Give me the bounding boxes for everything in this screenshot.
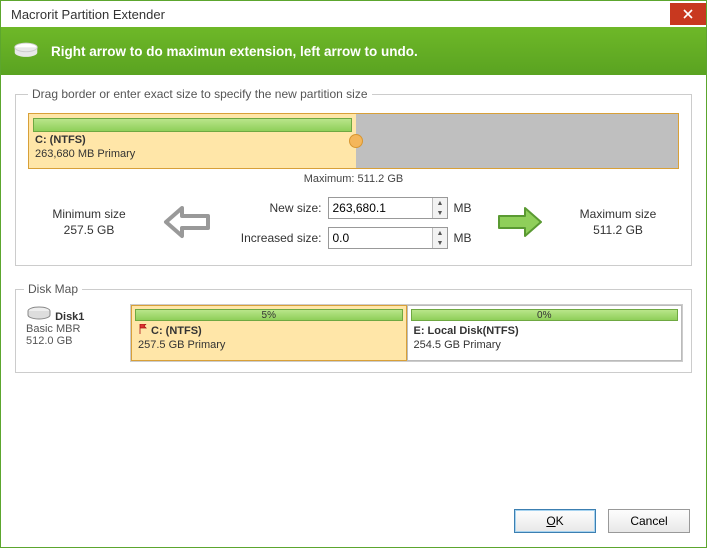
step-up-icon: ▲ [433,198,446,208]
new-size-input[interactable]: ▲▼ [328,197,448,219]
step-down-icon: ▼ [433,208,446,218]
new-size-label: New size: [230,201,322,215]
unit-label: MB [454,201,478,215]
new-size-steppers[interactable]: ▲▼ [432,198,446,218]
partition-usage-bar: 0% [411,309,679,321]
maximum-label: Maximum: 511.2 GB [28,173,679,185]
slider-fill: C: (NTFS) 263,680 MB Primary [29,114,356,168]
minimum-size-label: Minimum size257.5 GB [34,207,144,238]
flag-icon [138,324,148,338]
disk-row: Disk1 Basic MBR 512.0 GB 5% C: (NTFS) 25… [24,304,683,362]
step-up-icon: ▲ [433,228,446,238]
ok-button[interactable]: OK [514,509,596,533]
dialog-buttons: OK Cancel [1,499,706,547]
size-controls-row: Minimum size257.5 GB New size: ▲▼ MB [28,197,679,249]
partition-e[interactable]: 0% E: Local Disk(NTFS) 254.5 GB Primary [407,305,683,361]
extend-arrow-button[interactable] [495,204,545,243]
increased-size-row: Increased size: ▲▼ MB [230,227,478,249]
new-size-field[interactable] [329,198,433,218]
undo-arrow-button[interactable] [162,204,212,243]
disk-icon [26,311,55,323]
slider-handle[interactable] [349,134,363,148]
increased-size-input[interactable]: ▲▼ [328,227,448,249]
slider-unallocated [356,114,678,168]
step-down-icon: ▼ [433,238,446,248]
disk-type: Basic MBR [26,323,80,335]
disk-icon [13,41,39,62]
partition-info: 254.5 GB Primary [408,338,682,352]
size-legend: Drag border or enter exact size to speci… [28,87,372,101]
banner-text: Right arrow to do maximun extension, lef… [51,44,418,59]
dialog-window: Macrorit Partition Extender Right arrow … [0,0,707,548]
titlebar: Macrorit Partition Extender [1,1,706,27]
size-group: Drag border or enter exact size to speci… [15,87,692,266]
instruction-banner: Right arrow to do maximun extension, lef… [1,27,706,75]
slider-usage-bar [33,118,352,132]
disk-info: Disk1 Basic MBR 512.0 GB [24,304,124,362]
size-inputs: New size: ▲▼ MB Increased size: ▲▼ [230,197,478,249]
unit-label: MB [454,231,478,245]
disk-map-legend: Disk Map [24,282,82,296]
increased-size-steppers[interactable]: ▲▼ [432,228,446,248]
close-button[interactable] [670,3,706,25]
increased-size-field[interactable] [329,228,433,248]
disk-size: 512.0 GB [26,335,72,347]
cancel-button[interactable]: Cancel [608,509,690,533]
partition-info: 263,680 MB Primary [35,148,350,162]
slider-labels: C: (NTFS) 263,680 MB Primary [29,132,356,162]
partition-name: C: (NTFS) [35,134,350,148]
partition-usage-bar: 5% [135,309,403,321]
maximum-size-label: Maximum size511.2 GB [563,207,673,238]
partition-info: 257.5 GB Primary [132,338,406,352]
increased-size-label: Increased size: [230,231,322,245]
disk-partitions: 5% C: (NTFS) 257.5 GB Primary 0% E: Loca… [130,304,683,362]
content-area: Drag border or enter exact size to speci… [1,75,706,499]
partition-label: C: (NTFS) [132,324,406,338]
disk-map-group: Disk Map Disk1 Basic MBR 512.0 GB 5% [15,282,692,373]
new-size-row: New size: ▲▼ MB [230,197,478,219]
partition-c[interactable]: 5% C: (NTFS) 257.5 GB Primary [131,305,407,361]
partition-slider[interactable]: C: (NTFS) 263,680 MB Primary [28,113,679,169]
disk-name: Disk1 [55,311,84,323]
partition-label: E: Local Disk(NTFS) [408,324,682,338]
window-title: Macrorit Partition Extender [11,7,670,22]
